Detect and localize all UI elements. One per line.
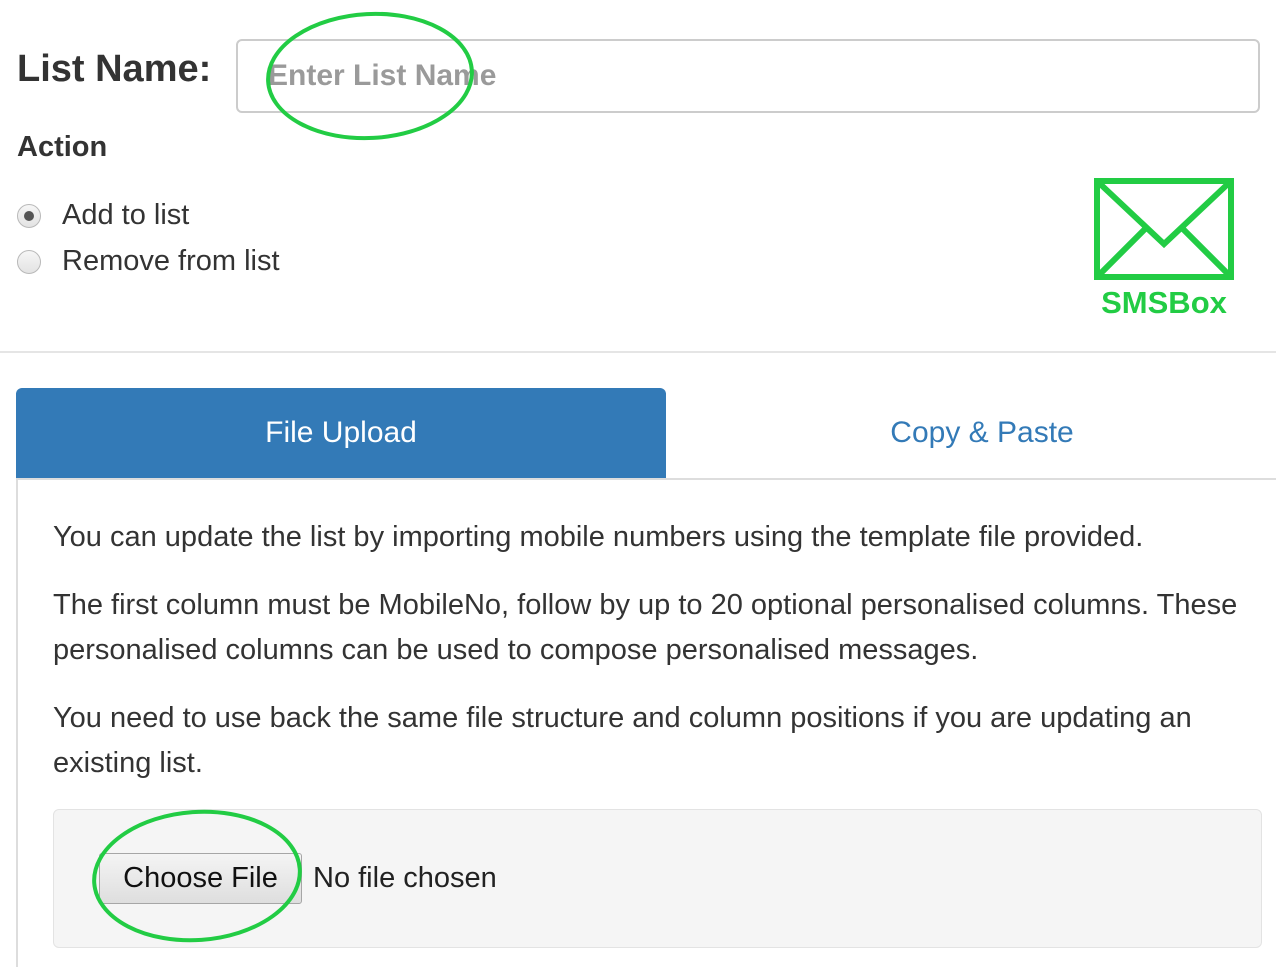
radio-add-to-list-label: Add to list (62, 199, 190, 231)
instruction-paragraph-1: You can update the list by importing mob… (53, 521, 1144, 553)
list-name-label: List Name: (17, 48, 212, 90)
instruction-paragraph-2: The first column must be MobileNo, follo… (53, 589, 1238, 666)
radio-unselected-icon[interactable] (17, 249, 41, 274)
logo-text: SMSBox (1101, 285, 1227, 320)
choose-file-button[interactable]: Choose File (99, 853, 302, 904)
radio-add-to-list[interactable]: Add to list (17, 199, 189, 232)
file-status-text: No file chosen (313, 862, 497, 894)
list-name-input[interactable] (236, 39, 1260, 113)
section-divider (0, 351, 1276, 353)
radio-remove-from-list-label: Remove from list (62, 245, 280, 277)
radio-remove-from-list[interactable]: Remove from list (17, 245, 280, 278)
tab-copy-paste[interactable]: Copy & Paste (666, 388, 1276, 478)
page: List Name: Action Add to list Remove fro… (0, 0, 1276, 967)
radio-selected-icon[interactable] (17, 203, 41, 228)
tab-file-upload[interactable]: File Upload (16, 388, 666, 478)
envelope-icon (1094, 178, 1234, 280)
instruction-paragraph-3: You need to use back the same file struc… (53, 702, 1192, 779)
action-heading: Action (17, 131, 108, 163)
